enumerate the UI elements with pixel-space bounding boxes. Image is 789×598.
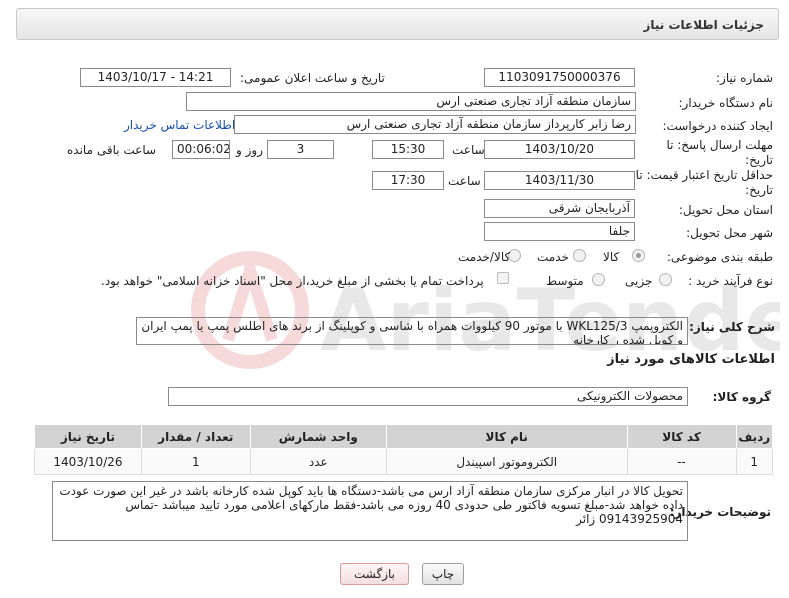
col-header-qty: تعداد / مقدار [140,424,251,449]
process-radio-minor[interactable] [659,273,672,286]
category-radio-goods[interactable] [632,249,645,262]
remaining-time-field: 00:06:02 [172,140,230,159]
announce-label: تاریخ و ساعت اعلان عمومی: [240,71,385,85]
creator-field: رضا زابر کارپرداز سازمان منطقه آزاد تجار… [234,115,636,134]
description-label: شرح کلی نیاز: [689,320,775,334]
category-label: طبقه بندی موضوعی: [666,250,773,264]
items-table: ردیف کد کالا نام کالا واحد شمارش تعداد /… [34,424,773,475]
deadline-date-field: 1403/10/20 [484,140,635,159]
description-box: الکتروپمپ WKL125/3 با موتور 90 کیلووات ه… [136,317,688,345]
process-option-medium: متوسط [546,274,584,288]
contact-buyer-link[interactable]: اطلاعات تماس خریدار [124,118,235,132]
deadline-time-label: ساعت [452,143,485,157]
city-label: شهر محل تحویل: [686,226,773,240]
treasury-note: پرداخت تمام یا بخشی از مبلغ خرید،از محل … [101,274,484,288]
validity-date-field: 1403/11/30 [484,171,635,190]
cell-row-no: 1 [735,448,773,475]
table-row: 1 -- الکتروموتور اسپیندل عدد 1 1403/10/2… [34,448,773,475]
col-header-row-no: ردیف [735,424,773,449]
process-label: نوع فرآیند خرید : [688,274,773,288]
creator-label: ایجاد کننده درخواست: [662,119,773,133]
print-button[interactable]: چاپ [422,563,464,585]
province-field: آذربایجان شرقی [484,199,635,218]
col-header-name: نام کالا [385,424,628,449]
category-radio-service[interactable] [573,249,586,262]
cell-date: 1403/10/26 [34,448,142,475]
announce-field: 1403/10/17 - 14:21 [80,68,231,87]
deadline-label: مهلت ارسال پاسخ: تا تاریخ: [666,138,773,167]
col-header-unit: واحد شمارش [249,424,387,449]
panel-title: جزئیات اطلاعات نیاز [643,18,764,32]
goods-info-title: اطلاعات کالاهای مورد نیاز [607,352,775,367]
validity-label: حداقل تاریخ اعتبار قیمت: تا تاریخ: [635,168,773,197]
treasury-checkbox[interactable] [497,272,509,284]
process-option-minor: جزیی [625,274,653,288]
col-header-code: کد کالا [626,424,737,449]
process-radio-medium[interactable] [592,273,605,286]
city-field: جلفا [484,222,635,241]
validity-time-field: 17:30 [372,171,444,190]
province-label: استان محل تحویل: [678,203,773,217]
cell-code: -- [626,448,737,475]
col-header-date: تاریخ نیاز [34,424,142,449]
days-field: 3 [267,140,334,159]
days-label: روز و [236,143,263,157]
buyer-notes-box: تحویل کالا در انبار مرکزی سازمان منطقه آ… [52,481,688,541]
goods-group-field: محصولات الکترونیکی [168,387,688,406]
cell-name: الکتروموتور اسپیندل [385,448,628,475]
goods-group-label: گروه کالا: [712,390,771,404]
table-header-row: ردیف کد کالا نام کالا واحد شمارش تعداد /… [34,424,773,449]
need-number-label: شماره نیاز: [716,71,773,85]
deadline-time-field: 15:30 [372,140,444,159]
buyer-org-label: نام دستگاه خریدار: [678,96,774,110]
need-number-field: 1103091750000376 [484,68,635,87]
category-option-goods-service: کالا/خدمت [458,250,511,264]
header-panel: جزئیات اطلاعات نیاز [16,8,779,40]
validity-time-label: ساعت [448,174,481,188]
cell-qty: 1 [140,448,251,475]
cell-unit: عدد [249,448,387,475]
category-option-service: خدمت [537,250,569,264]
remaining-label: ساعت باقی مانده [67,143,157,157]
back-button[interactable]: بازگشت [340,563,409,585]
category-option-goods: کالا [603,250,620,264]
buyer-org-field: سازمان منطقه آزاد تجاری صنعتی ارس [186,92,636,111]
